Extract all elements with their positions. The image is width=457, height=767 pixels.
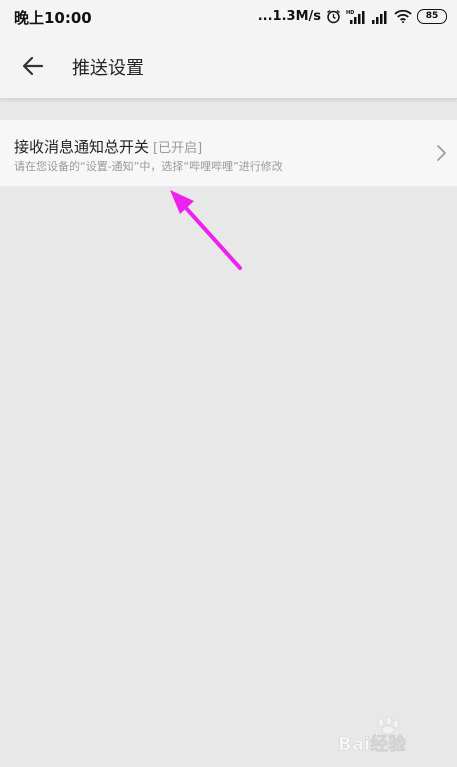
battery-icon: 85 bbox=[417, 8, 447, 24]
alarm-icon bbox=[326, 9, 341, 24]
status-bar: 晚上10:00 ...1.3M/s HD 85 bbox=[0, 0, 457, 32]
signal-icon-2 bbox=[371, 9, 389, 24]
item-title: 接收消息通知总开关 [已开启] bbox=[14, 136, 202, 157]
item-title-text: 接收消息通知总开关 bbox=[14, 138, 150, 156]
signal-icon-1: HD bbox=[346, 9, 366, 24]
page-title: 推送设置 bbox=[72, 58, 144, 79]
arrow-left-icon bbox=[22, 56, 44, 76]
arrow-shaft bbox=[184, 206, 242, 270]
arrow-head bbox=[170, 190, 194, 214]
back-button[interactable] bbox=[18, 52, 48, 80]
watermark-text: Bai经验 bbox=[338, 733, 407, 755]
item-status: [已开启] bbox=[153, 141, 203, 156]
status-icons: ...1.3M/s HD 85 bbox=[258, 6, 447, 26]
hd-label: HD bbox=[346, 10, 354, 16]
app-bar: 推送设置 bbox=[0, 32, 457, 99]
status-time: 晚上10:00 bbox=[14, 9, 92, 27]
wifi-icon bbox=[394, 9, 412, 23]
baidu-watermark: Bai经验 bbox=[338, 716, 407, 755]
notification-master-switch-item[interactable]: 接收消息通知总开关 [已开启] 请在您设备的“设置-通知”中，选择“哔哩哔哩”进行… bbox=[0, 120, 457, 186]
network-speed: ...1.3M/s bbox=[257, 8, 321, 24]
item-description: 请在您设备的“设置-通知”中，选择“哔哩哔哩”进行修改 bbox=[14, 160, 283, 173]
chevron-right-icon bbox=[437, 145, 446, 161]
annotation-arrow bbox=[170, 190, 242, 270]
